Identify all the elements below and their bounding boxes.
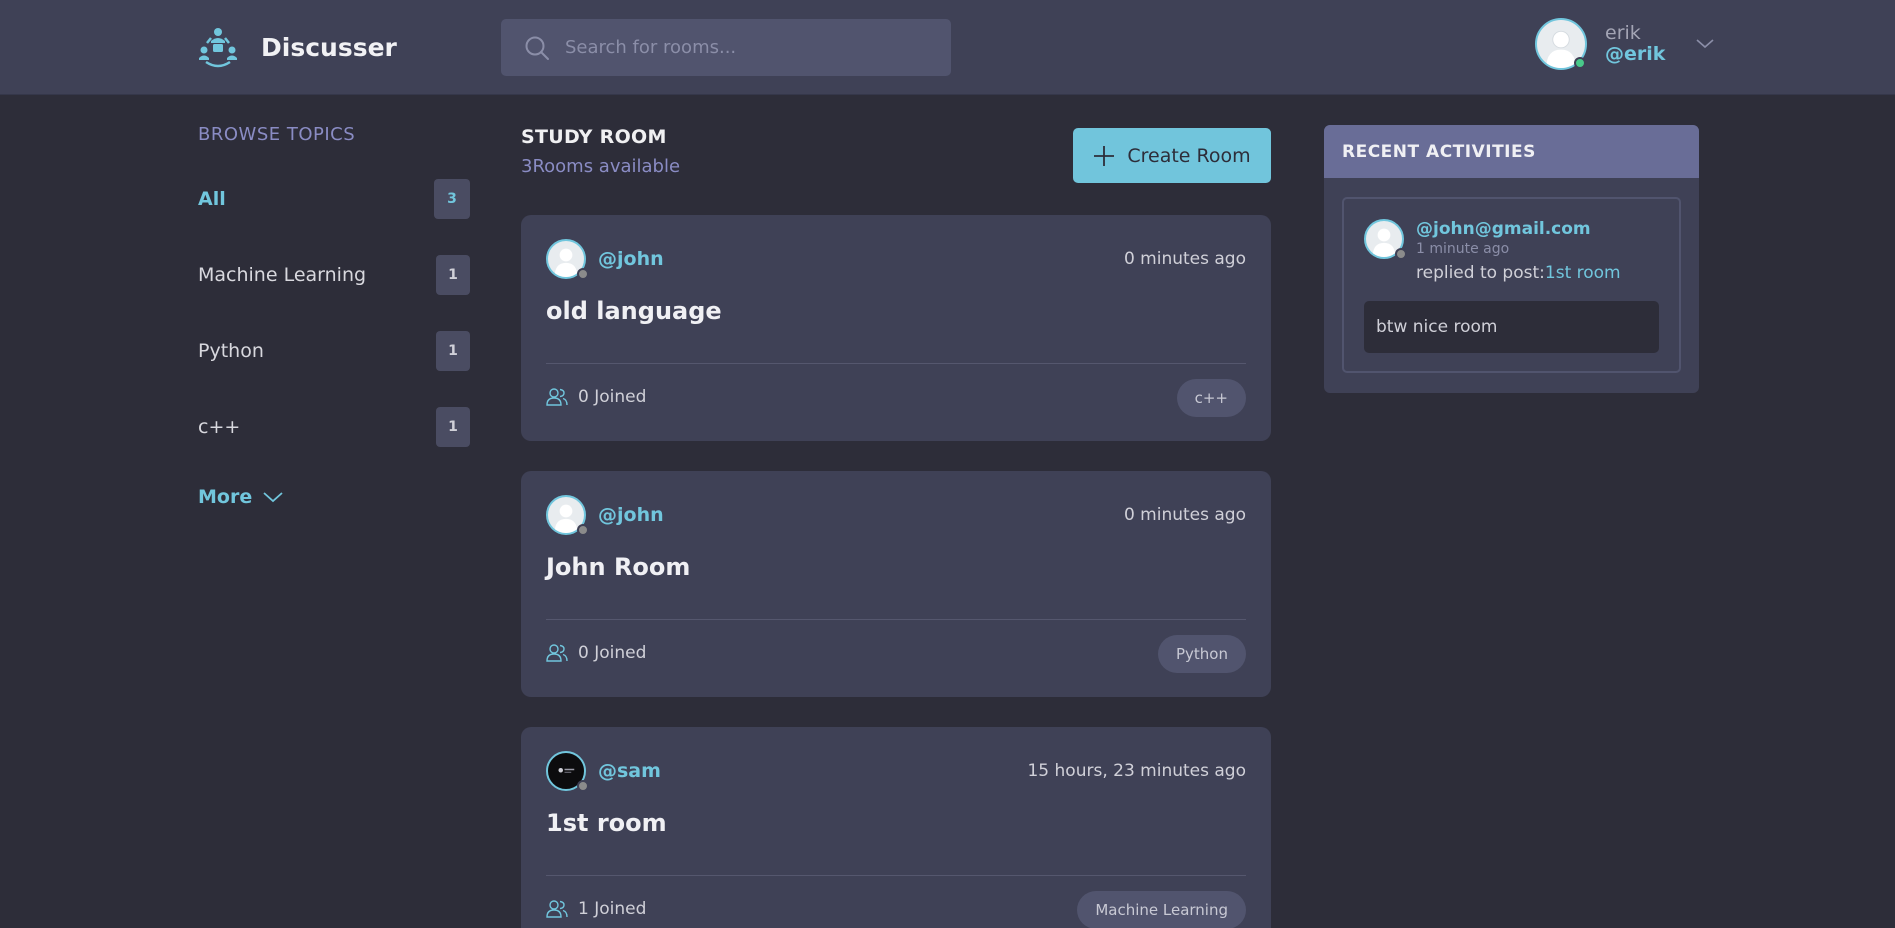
brand-logo[interactable]: Discusser	[197, 26, 397, 68]
topic-item-all[interactable]: All 3	[198, 179, 470, 219]
activity-user-link[interactable]: @john@gmail.com	[1416, 219, 1621, 239]
sidebar-title: BROWSE TOPICS	[198, 124, 356, 145]
activity-user-avatar[interactable]	[1364, 219, 1407, 260]
topic-item-machine-learning[interactable]: Machine Learning 1	[198, 255, 470, 295]
divider	[546, 875, 1246, 876]
search-icon	[525, 36, 549, 60]
divider	[546, 619, 1246, 620]
rooms-count: 3Rooms available	[521, 156, 681, 177]
host-avatar[interactable]	[546, 495, 589, 536]
topic-count-badge: 3	[434, 179, 470, 219]
create-room-label: Create Room	[1127, 144, 1251, 167]
room-title[interactable]: 1st room	[546, 809, 667, 837]
joined-count: 1 Joined	[578, 899, 647, 919]
room-participants: 0 Joined	[546, 643, 646, 663]
topic-name: Machine Learning	[198, 264, 367, 286]
rooms-header: STUDY ROOM 3Rooms available	[521, 126, 680, 177]
user-handle: @erik	[1605, 43, 1666, 65]
room-card[interactable]: @john 0 minutes ago John Room 0 Joined P…	[521, 471, 1271, 697]
offline-status-indicator	[577, 268, 589, 280]
offline-status-indicator	[577, 780, 589, 792]
host-avatar[interactable]	[546, 751, 589, 792]
host-username[interactable]: @john	[598, 248, 664, 270]
room-topic-tag[interactable]: c++	[1176, 379, 1246, 417]
dark-avatar-icon	[558, 768, 575, 773]
room-title[interactable]: John Room	[546, 553, 690, 581]
activity-message: btw nice room	[1364, 301, 1659, 353]
activity-action: replied to post:	[1416, 263, 1545, 283]
more-label: More	[198, 486, 253, 508]
topic-name: c++	[198, 416, 241, 438]
room-host[interactable]: @john	[546, 495, 664, 536]
topic-name: Python	[198, 340, 264, 362]
search-bar[interactable]	[501, 19, 951, 76]
offline-status-indicator	[1395, 248, 1407, 260]
room-host[interactable]: @sam	[546, 751, 661, 792]
room-timestamp: 15 hours, 23 minutes ago	[1027, 761, 1246, 781]
plus-icon	[1094, 145, 1115, 166]
top-navbar: Discusser erik @erik	[0, 0, 1895, 95]
topic-item-python[interactable]: Python 1	[198, 331, 470, 371]
room-card[interactable]: @sam 15 hours, 23 minutes ago 1st room 1…	[521, 727, 1271, 928]
brand-name: Discusser	[261, 32, 397, 62]
users-icon	[546, 388, 568, 406]
user-name: erik	[1605, 22, 1641, 44]
room-participants: 1 Joined	[546, 899, 646, 919]
topic-count-badge: 1	[436, 255, 470, 295]
host-username[interactable]: @sam	[598, 760, 661, 782]
create-room-button[interactable]: Create Room	[1073, 128, 1271, 183]
offline-status-indicator	[577, 524, 589, 536]
chevron-down-icon	[263, 492, 283, 503]
host-avatar[interactable]	[546, 239, 589, 280]
activity-description: replied to post:1st room	[1416, 263, 1621, 283]
divider	[546, 363, 1246, 364]
chevron-down-icon[interactable]	[1695, 34, 1715, 54]
joined-count: 0 Joined	[578, 387, 647, 407]
room-participants: 0 Joined	[546, 387, 646, 407]
logo-icon	[199, 28, 237, 68]
room-title[interactable]: old language	[546, 297, 722, 325]
room-topic-tag[interactable]: Python	[1158, 635, 1246, 673]
topic-item-cpp[interactable]: c++ 1	[198, 407, 470, 447]
activity-panel-title: RECENT ACTIVITIES	[1324, 125, 1699, 178]
joined-count: 0 Joined	[578, 643, 647, 663]
users-icon	[546, 644, 568, 662]
user-menu[interactable]: erik @erik	[1535, 18, 1715, 70]
search-input[interactable]	[565, 37, 935, 58]
room-topic-tag[interactable]: Machine Learning	[1077, 891, 1246, 928]
topics-sidebar: BROWSE TOPICS All 3 Machine Learning 1 P…	[198, 124, 470, 508]
host-username[interactable]: @john	[598, 504, 664, 526]
room-timestamp: 0 minutes ago	[1123, 505, 1246, 525]
users-icon	[546, 900, 568, 918]
recent-activities-panel: RECENT ACTIVITIES @john@gmail.com 1 minu…	[1324, 125, 1699, 393]
activity-timestamp: 1 minute ago	[1416, 241, 1510, 257]
user-avatar[interactable]	[1535, 18, 1587, 70]
topic-name: All	[198, 188, 226, 210]
topic-count-badge: 1	[436, 407, 470, 447]
room-host[interactable]: @john	[546, 239, 664, 280]
activity-item: @john@gmail.com 1 minute ago replied to …	[1342, 197, 1681, 373]
page-title: STUDY ROOM	[521, 126, 667, 148]
online-status-indicator	[1574, 57, 1586, 69]
more-topics-link[interactable]: More	[198, 486, 284, 508]
room-card[interactable]: @john 0 minutes ago old language 0 Joine…	[521, 215, 1271, 441]
activity-post-link[interactable]: 1st room	[1545, 263, 1621, 283]
room-timestamp: 0 minutes ago	[1123, 249, 1246, 269]
topic-count-badge: 1	[436, 331, 470, 371]
